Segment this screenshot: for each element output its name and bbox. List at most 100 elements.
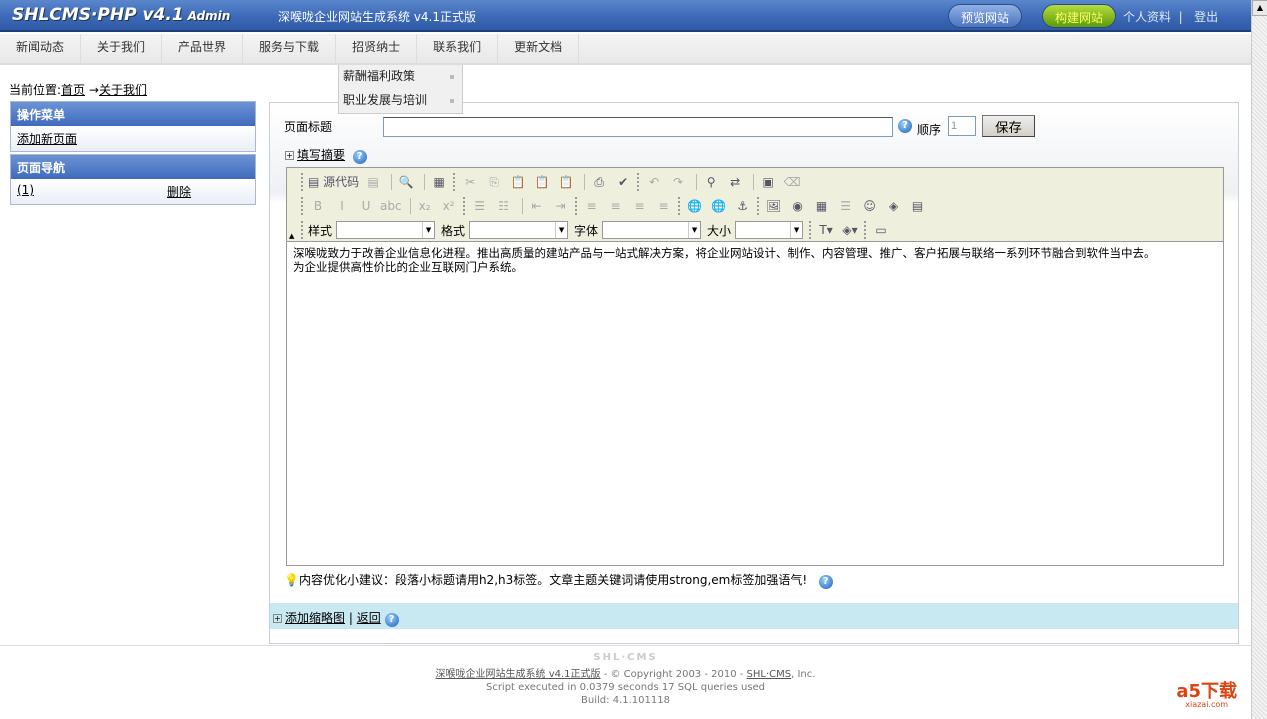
redo-icon[interactable]: ↷	[668, 172, 688, 192]
delete-link[interactable]: 删除	[167, 183, 191, 200]
flash-icon[interactable]: ◉	[788, 196, 808, 216]
paste-word-icon[interactable]: 📋	[556, 172, 576, 192]
nav-item-contact[interactable]: 联系我们	[417, 34, 499, 63]
justify-icon[interactable]: ≡	[654, 196, 674, 216]
chevron-down-icon: ▼	[422, 222, 434, 238]
source-code-button[interactable]: ▤ 源代码	[308, 172, 359, 192]
link-icon[interactable]: 🌐	[685, 196, 705, 216]
maximize-icon[interactable]: ▭	[871, 220, 891, 240]
bold-icon[interactable]: B	[308, 196, 328, 216]
header-bar: SHLCMS·PHP v4.1 Admin 深喉咙企业网站生成系统 v4.1正式版…	[0, 0, 1251, 32]
find-icon[interactable]: ⚲	[701, 172, 721, 192]
anchor-icon[interactable]: ⚓	[733, 196, 753, 216]
strikethrough-icon[interactable]: abc	[380, 196, 402, 216]
expand-icon[interactable]: +	[273, 614, 282, 623]
save-button[interactable]: 保存	[982, 115, 1035, 137]
content-line: 深喉咙致力于改善企业信息化进程。推出高质量的建站产品与一站式解决方案，将企业网站…	[293, 246, 1156, 260]
align-center-icon[interactable]: ≡	[606, 196, 626, 216]
ordered-list-icon[interactable]: ☰	[470, 196, 490, 216]
superscript-icon[interactable]: x²	[439, 196, 459, 216]
horizontal-rule-icon[interactable]: ☰	[836, 196, 856, 216]
dropdown-item-benefits[interactable]: 薪酬福利政策	[339, 65, 462, 89]
nav-item-jobs[interactable]: 招贤纳士	[336, 34, 418, 63]
image-icon[interactable]: 🖼	[764, 196, 784, 216]
special-char-icon[interactable]: ◈	[884, 196, 904, 216]
collapse-toolbar-icon[interactable]: ▲	[289, 232, 294, 240]
toolbar-grip[interactable]	[301, 173, 304, 191]
nav-item-services[interactable]: 服务与下载	[243, 34, 337, 63]
scroll-up-icon[interactable]: ▲	[1252, 0, 1267, 16]
title-input[interactable]	[383, 117, 893, 137]
cut-icon[interactable]: ✂	[460, 172, 480, 192]
remove-format-icon[interactable]: ⌫	[782, 172, 802, 192]
toolbar-grip[interactable]	[574, 197, 578, 215]
vertical-scrollbar[interactable]: ▲	[1251, 0, 1267, 719]
editor-content[interactable]: 深喉咙致力于改善企业信息化进程。推出高质量的建站产品与一站式解决方案，将企业网站…	[287, 242, 1223, 565]
text-color-icon[interactable]: T▾	[816, 220, 836, 240]
paste-template-icon[interactable]: ▤	[363, 172, 383, 192]
indent-icon[interactable]: ⇥	[551, 196, 571, 216]
nav-item-about[interactable]: 关于我们	[81, 34, 163, 63]
replace-icon[interactable]: ⇄	[725, 172, 745, 192]
background-color-icon[interactable]: ◈▾	[840, 220, 860, 240]
select-all-icon[interactable]: ▣	[758, 172, 778, 192]
summary-link[interactable]: 填写摘要	[297, 148, 345, 162]
help-icon[interactable]: ?	[384, 613, 399, 627]
order-input[interactable]	[948, 116, 976, 136]
nav-item-docs[interactable]: 更新文档	[498, 34, 580, 63]
toolbar-grip[interactable]	[756, 197, 760, 215]
style-select[interactable]: ▼	[336, 221, 436, 239]
breadcrumb-home[interactable]: 首页	[61, 83, 85, 97]
print-icon[interactable]: ⎙	[589, 172, 609, 192]
back-link[interactable]: 返回	[357, 611, 381, 625]
build-site-button[interactable]: 构建网站	[1042, 4, 1117, 28]
toolbar-grip[interactable]	[637, 173, 640, 191]
help-icon[interactable]: ?	[818, 575, 833, 589]
toolbar-grip[interactable]	[809, 221, 812, 239]
paste-icon[interactable]: 📋	[508, 172, 528, 192]
dropdown-label: 职业发展与培训	[343, 93, 428, 107]
italic-icon[interactable]: I	[332, 196, 352, 216]
page-nav: 页面导航 (1) 删除	[10, 154, 256, 205]
format-select[interactable]: ▼	[469, 221, 569, 239]
align-left-icon[interactable]: ≡	[582, 196, 602, 216]
add-thumbnail-link[interactable]: 添加缩略图	[285, 611, 345, 625]
toolbar-grip[interactable]	[453, 173, 456, 191]
underline-icon[interactable]: U	[356, 196, 376, 216]
table-icon[interactable]: ▦	[812, 196, 832, 216]
breadcrumb-current[interactable]: 关于我们	[99, 83, 147, 97]
add-page-link[interactable]: 添加新页面	[17, 132, 77, 146]
size-select[interactable]: ▼	[735, 221, 804, 239]
toolbar-grip[interactable]	[301, 221, 304, 239]
help-icon[interactable]: ?	[352, 150, 367, 164]
spellcheck-icon[interactable]: ✔	[613, 172, 633, 192]
toolbar-grip[interactable]	[301, 197, 304, 215]
align-right-icon[interactable]: ≡	[630, 196, 650, 216]
nav-item-products[interactable]: 产品世界	[162, 34, 244, 63]
smiley-icon[interactable]: ☺	[860, 196, 880, 216]
paste-text-icon[interactable]: 📋	[532, 172, 552, 192]
page-item-link[interactable]: (1)	[17, 183, 34, 197]
dropdown-item-career[interactable]: 职业发展与培训	[339, 89, 462, 113]
undo-icon[interactable]: ↶	[644, 172, 664, 192]
toolbar-grip[interactable]	[677, 197, 681, 215]
help-icon[interactable]: ?	[898, 119, 912, 133]
expand-icon[interactable]: +	[285, 151, 294, 160]
copy-icon[interactable]: ⎘	[484, 172, 504, 192]
nav-item-news[interactable]: 新闻动态	[0, 34, 82, 63]
profile-link[interactable]: 个人资料	[1123, 10, 1171, 24]
company-link[interactable]: SHL·CMS	[747, 669, 792, 680]
document-icon[interactable]: ▦	[429, 172, 449, 192]
font-select[interactable]: ▼	[602, 221, 702, 239]
unlink-icon[interactable]: 🌐	[709, 196, 729, 216]
logout-link[interactable]: 登出	[1194, 10, 1218, 24]
preview-site-button[interactable]: 预览网站	[948, 4, 1023, 28]
outdent-icon[interactable]: ⇤	[527, 196, 547, 216]
preview-icon[interactable]: 🔍	[396, 172, 416, 192]
page-break-icon[interactable]: ▤	[908, 196, 928, 216]
unordered-list-icon[interactable]: ☷	[494, 196, 514, 216]
subscript-icon[interactable]: x₂	[415, 196, 435, 216]
product-link[interactable]: 深喉咙企业网站生成系统 v4.1正式版	[436, 669, 601, 680]
toolbar-grip[interactable]	[462, 197, 466, 215]
toolbar-grip[interactable]	[864, 221, 867, 239]
